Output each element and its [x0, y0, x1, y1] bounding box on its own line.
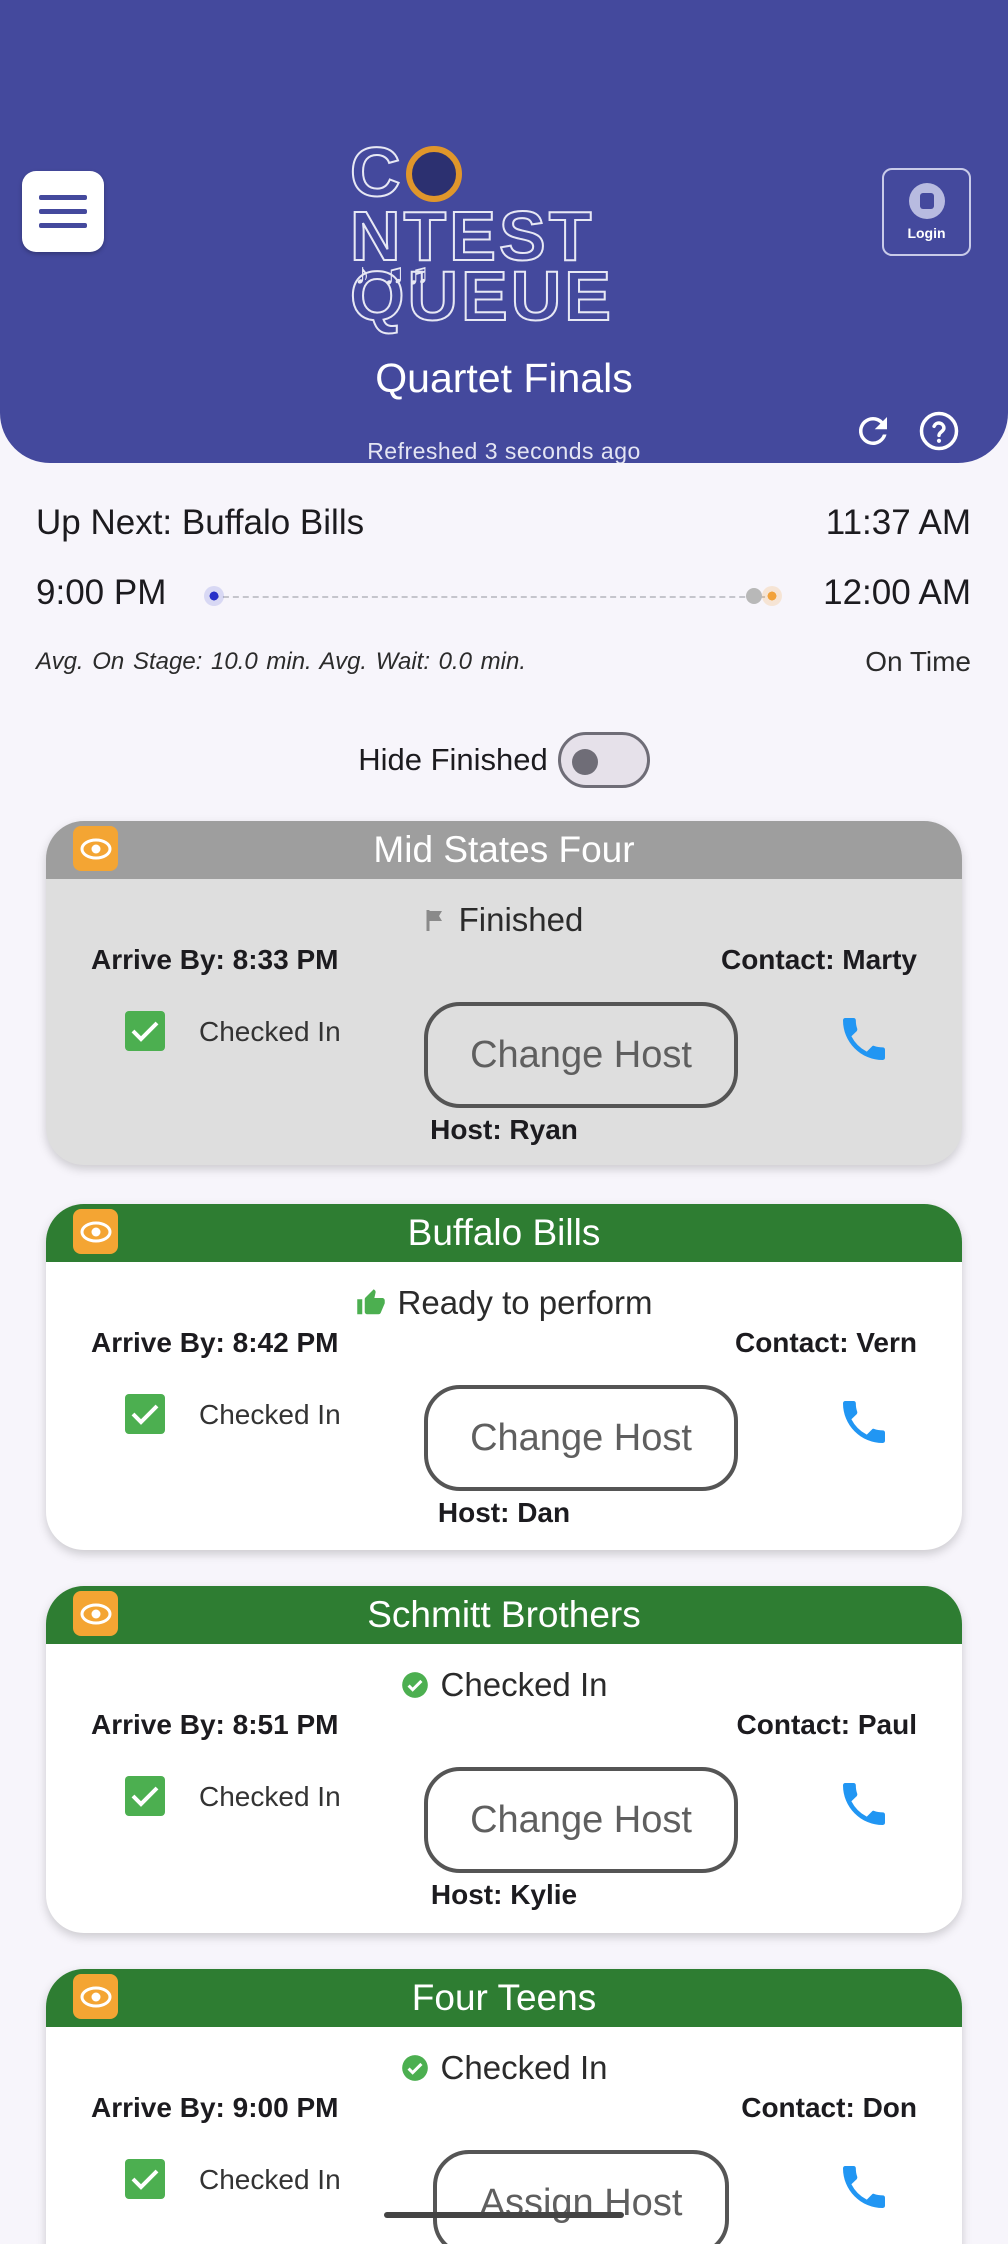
- contact-name: Vern: [856, 1327, 917, 1358]
- eye-icon[interactable]: [73, 1974, 118, 2019]
- contact-label: Contact:: [741, 2092, 855, 2123]
- app-header: CNTEST QUEUE ♪ ♫♬ Login Quartet Finals R…: [0, 0, 1008, 463]
- home-indicator[interactable]: [384, 2212, 624, 2218]
- timeline-start-marker: [204, 586, 224, 606]
- phone-icon[interactable]: [836, 1394, 892, 1450]
- phone-icon[interactable]: [836, 2159, 892, 2215]
- check-circle-icon: [401, 1672, 428, 1698]
- hide-finished-row: Hide Finished: [0, 732, 1008, 788]
- menu-button[interactable]: [22, 171, 104, 252]
- arrive-by-time: 8:51 PM: [232, 1709, 339, 1740]
- host-name: Host: Ryan: [430, 1114, 578, 1145]
- contact-name: Don: [862, 2092, 917, 2123]
- contestant-status: Checked In: [440, 1666, 608, 1703]
- eye-icon[interactable]: [73, 1591, 118, 1636]
- login-button[interactable]: Login: [882, 168, 971, 256]
- host-name: Host: Kylie: [430, 1879, 578, 1910]
- arrive-by-time: 8:33 PM: [232, 944, 339, 975]
- clock-icon: [405, 146, 462, 202]
- change-host-button[interactable]: Change Host: [424, 1385, 738, 1491]
- phone-icon[interactable]: [836, 1776, 892, 1832]
- up-next-label: Up Next: Buffalo Bills: [36, 503, 365, 542]
- arrive-by-time: 9:00 PM: [232, 2092, 339, 2123]
- eye-icon[interactable]: [73, 1209, 118, 1254]
- contestant-name: Four Teens: [411, 1977, 597, 2018]
- contestant-name: Mid States Four: [373, 829, 635, 870]
- start-time: 9:00 PM: [36, 573, 167, 612]
- schedule-timeline: [213, 596, 775, 598]
- event-title: Quartet Finals: [375, 355, 633, 401]
- checked-in-label: Checked In: [199, 1399, 341, 1430]
- change-host-button[interactable]: Change Host: [424, 1002, 738, 1108]
- arrive-by-label: Arrive By:: [91, 2092, 225, 2123]
- hamburger-icon: [39, 195, 87, 200]
- contestant-card: Buffalo Bills Ready to perform Arrive By…: [46, 1204, 962, 1550]
- phone-icon[interactable]: [836, 1011, 892, 1067]
- checked-in-label: Checked In: [199, 1016, 341, 1047]
- change-host-button[interactable]: Change Host: [424, 1767, 738, 1873]
- arrive-by-time: 8:42 PM: [232, 1327, 339, 1358]
- checked-in-label: Checked In: [199, 1781, 341, 1812]
- current-time: 11:37 AM: [825, 503, 971, 542]
- refreshed-status: Refreshed 3 seconds ago: [367, 438, 641, 463]
- checked-in-checkbox[interactable]: [125, 2159, 165, 2199]
- host-name: Host: Dan: [437, 1497, 571, 1528]
- account-icon: [908, 183, 945, 219]
- checked-in-label: Checked In: [199, 2164, 341, 2195]
- checked-in-checkbox[interactable]: [125, 1394, 165, 1434]
- flag-icon: [426, 910, 442, 931]
- contest-queue-logo: CNTEST QUEUE ♪ ♫♬: [349, 133, 614, 335]
- contestant-status: Finished: [458, 901, 584, 938]
- contestant-status: Ready to perform: [397, 1284, 653, 1321]
- contestant-name: Schmitt Brothers: [367, 1594, 641, 1635]
- login-label: Login: [907, 225, 946, 241]
- contestant-card: Four Teens Checked In Arrive By: 9:00 PM…: [46, 1969, 962, 2244]
- contestant-card: Mid States Four Finished Arrive By: 8:33…: [46, 821, 962, 1165]
- contact-name: Marty: [842, 944, 917, 975]
- arrive-by-label: Arrive By:: [91, 1709, 225, 1740]
- timeline-progress-marker: [746, 588, 762, 604]
- contestant-status: Checked In: [440, 2049, 608, 2086]
- music-notes-icon: ♪ ♫♬: [355, 258, 439, 291]
- average-times: Avg. On Stage: 10.0 min. Avg. Wait: 0.0 …: [36, 648, 527, 675]
- checked-in-checkbox[interactable]: [125, 1776, 165, 1816]
- contestant-name: Buffalo Bills: [407, 1212, 601, 1253]
- assign-host-button[interactable]: Assign Host: [433, 2150, 729, 2244]
- arrive-by-label: Arrive By:: [91, 1327, 225, 1358]
- end-time: 12:00 AM: [823, 573, 971, 612]
- eye-icon[interactable]: [73, 826, 118, 871]
- hide-finished-toggle[interactable]: [557, 732, 650, 788]
- contact-label: Contact:: [734, 1327, 849, 1358]
- thumbs-up-icon: [356, 1289, 385, 1315]
- timeline-end-marker: [762, 586, 782, 606]
- contestant-card: Schmitt Brothers Checked In Arrive By: 8…: [46, 1586, 962, 1933]
- check-circle-icon: [401, 2055, 428, 2081]
- contact-label: Contact:: [720, 944, 835, 975]
- contact-label: Contact:: [736, 1709, 851, 1740]
- schedule-status: On Time: [865, 646, 971, 677]
- contact-name: Paul: [857, 1709, 917, 1740]
- checked-in-checkbox[interactable]: [125, 1011, 165, 1051]
- hide-finished-label: Hide Finished: [358, 742, 548, 777]
- arrive-by-label: Arrive By:: [91, 944, 225, 975]
